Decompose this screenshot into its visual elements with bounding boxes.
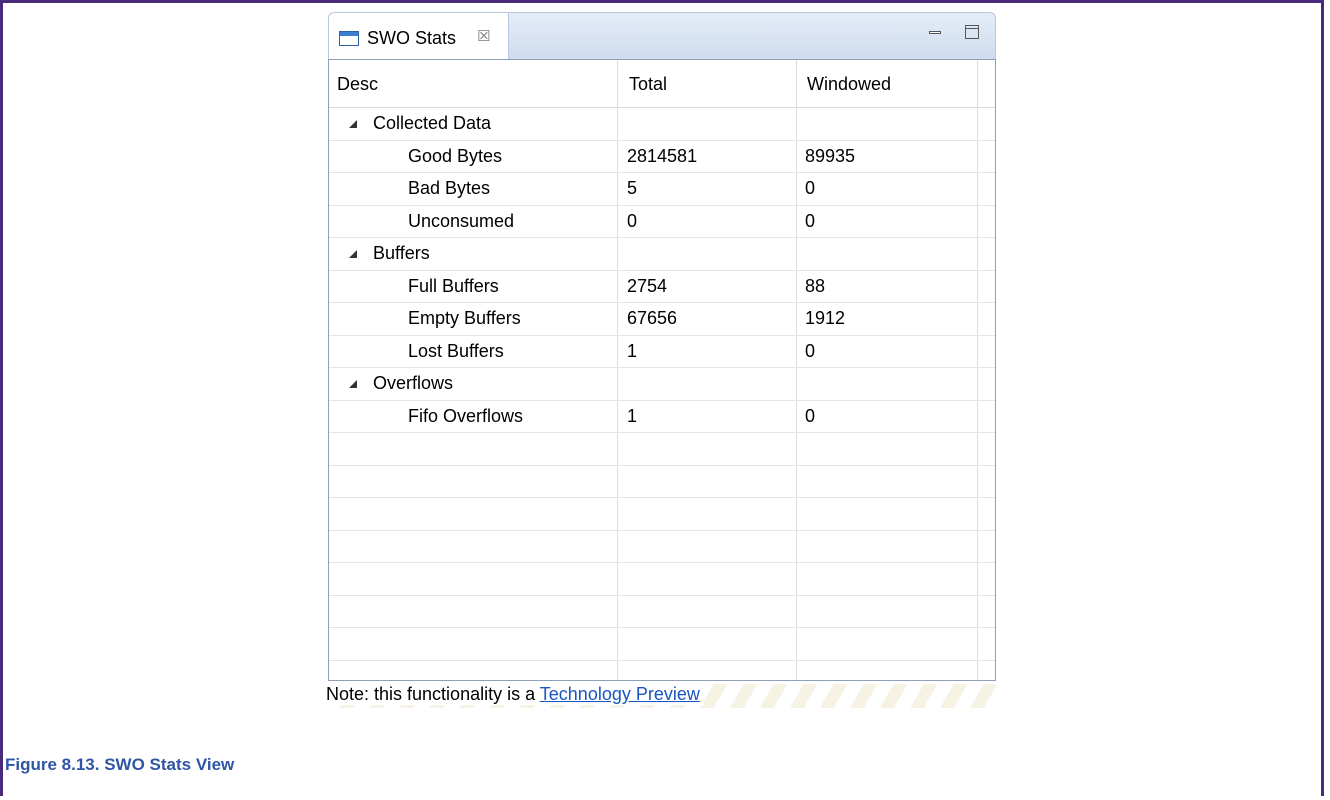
cell-desc: Unconsumed [408,210,515,231]
table-row[interactable]: Lost Buffers 1 0 [329,336,995,368]
tree-group-row[interactable]: Overflows [329,368,995,401]
technology-preview-note: Note: this functionality is a Technology… [326,684,1000,708]
tab-label: SWO Stats [367,28,457,48]
cell-desc: Collected Data [373,113,492,133]
technology-preview-link[interactable]: Technology Preview [540,684,700,704]
empty-row [329,628,995,661]
stats-table: Desc Total Windowed Collected Data Good B… [328,59,996,681]
expand-triangle-icon[interactable] [349,120,357,128]
cell-windowed: 0 [805,210,816,231]
table-header: Desc Total Windowed [329,60,995,108]
cell-total: 0 [627,210,638,231]
cell-desc: Good Bytes [408,145,503,166]
table-row[interactable]: Unconsumed 0 0 [329,206,995,238]
cell-total: 1 [627,405,638,426]
table-row[interactable]: Good Bytes 2814581 89935 [329,141,995,173]
cell-windowed: 0 [805,340,816,361]
table-row[interactable]: Fifo Overflows 1 0 [329,401,995,433]
view-window-icon [339,31,359,46]
column-header-desc[interactable]: Desc [337,74,378,95]
empty-row [329,661,995,681]
expand-triangle-icon[interactable] [349,250,357,258]
cell-desc: Bad Bytes [408,178,491,198]
cell-total: 2754 [627,275,668,296]
table-row[interactable]: Bad Bytes 5 0 [329,173,995,206]
cell-total: 2814581 [627,145,698,166]
cell-windowed: 88 [805,275,826,296]
cell-desc: Buffers [373,243,430,263]
empty-row [329,596,995,628]
cell-total: 67656 [627,308,678,328]
close-icon[interactable]: ☒ [477,27,490,45]
table-row[interactable]: Empty Buffers 67656 1912 [329,303,995,336]
empty-row [329,433,995,466]
empty-row [329,498,995,531]
cell-windowed: 0 [805,178,816,198]
cell-desc: Overflows [373,373,454,393]
cell-desc: Fifo Overflows [408,405,524,426]
cell-windowed: 1912 [805,308,846,328]
view-tab-bar: SWO Stats ☒ [328,12,996,61]
cell-desc: Lost Buffers [408,340,504,361]
expand-triangle-icon[interactable] [349,380,357,388]
empty-row [329,563,995,596]
tab-swo-stats[interactable]: SWO Stats ☒ [329,13,509,61]
note-text: Note: this functionality is a [326,684,540,704]
empty-row [329,466,995,498]
cell-total: 5 [627,178,638,198]
table-row[interactable]: Full Buffers 2754 88 [329,271,995,303]
column-header-total[interactable]: Total [629,74,667,95]
tree-group-row[interactable]: Buffers [329,238,995,271]
cell-total: 1 [627,340,638,361]
cell-windowed: 89935 [805,145,856,166]
cell-desc: Empty Buffers [408,308,521,328]
cell-desc: Full Buffers [408,275,499,296]
tree-group-row[interactable]: Collected Data [329,108,995,141]
empty-row [329,531,995,563]
figure-caption: Figure 8.13. SWO Stats View [5,755,235,774]
column-header-windowed[interactable]: Windowed [807,74,891,95]
cell-windowed: 0 [805,405,816,426]
swo-stats-view: SWO Stats ☒ Desc Total Windowed Collecte… [322,12,1002,708]
